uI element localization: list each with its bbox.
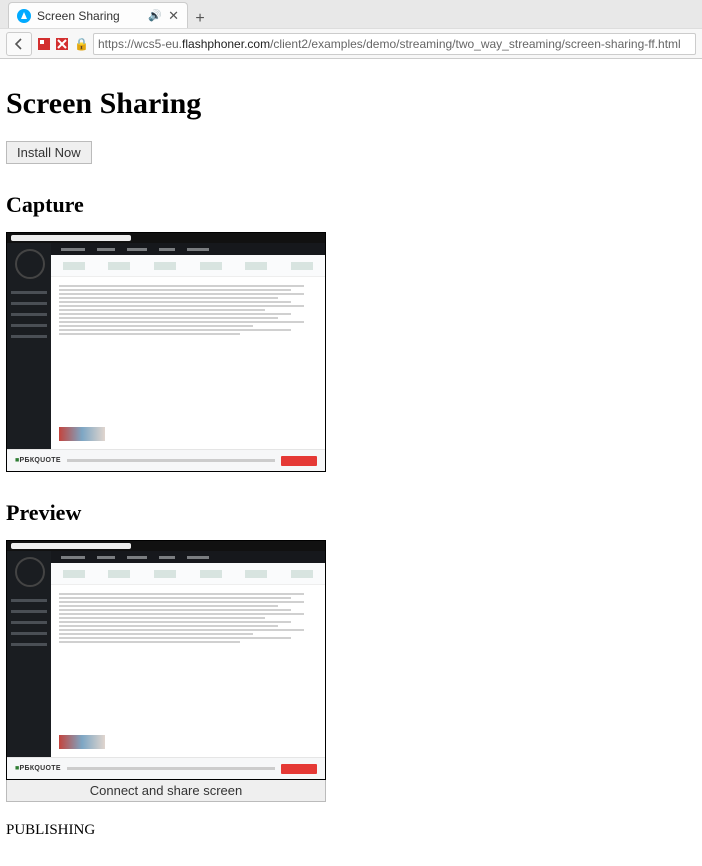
tab-close-icon[interactable]: ✕ xyxy=(168,8,179,24)
url-host: flashphoner.com xyxy=(182,37,270,51)
tab-strip: Screen Sharing 🔊 ✕ + xyxy=(0,0,702,28)
captured-screenshot: ■РБКQUOTE xyxy=(7,233,325,471)
url-proto: https:// xyxy=(98,37,134,51)
browser-chrome: Screen Sharing 🔊 ✕ + 🔒 https://wcs5-eu.f… xyxy=(0,0,702,59)
capture-video: ■РБКQUOTE xyxy=(6,232,326,472)
publish-status: PUBLISHING xyxy=(6,822,696,839)
url-bar[interactable]: https://wcs5-eu.flashphoner.com/client2/… xyxy=(93,33,696,55)
tab-favicon-icon xyxy=(17,9,31,23)
preview-heading: Preview xyxy=(6,500,696,526)
new-tab-button[interactable]: + xyxy=(188,10,212,28)
url-path: /client2/examples/demo/streaming/two_way… xyxy=(270,37,681,51)
install-now-button[interactable]: Install Now xyxy=(6,141,92,164)
url-pre-host: wcs5-eu. xyxy=(134,37,182,51)
extension-icon-2[interactable] xyxy=(54,36,70,52)
navbar: 🔒 https://wcs5-eu.flashphoner.com/client… xyxy=(0,28,702,58)
page-title: Screen Sharing xyxy=(6,87,696,121)
captured-footer-brand: ■РБКQUOTE xyxy=(15,457,61,464)
tab-title: Screen Sharing xyxy=(37,9,142,23)
connect-share-button[interactable]: Connect and share screen xyxy=(6,779,326,802)
arrow-left-icon xyxy=(12,37,26,51)
tab-sound-icon[interactable]: 🔊 xyxy=(148,9,162,22)
extension-icon-1[interactable] xyxy=(36,36,52,52)
page-content: Screen Sharing Install Now Capture ■РБКQ… xyxy=(0,59,702,859)
preview-footer-brand: ■РБКQUOTE xyxy=(15,765,61,772)
lock-icon[interactable]: 🔒 xyxy=(74,37,89,51)
preview-screenshot: ■РБКQUOTE xyxy=(7,541,325,779)
back-button[interactable] xyxy=(6,32,32,56)
browser-tab[interactable]: Screen Sharing 🔊 ✕ xyxy=(8,2,188,28)
preview-video: ■РБКQUOTE xyxy=(6,540,326,780)
extension-icons xyxy=(36,36,70,52)
capture-heading: Capture xyxy=(6,192,696,218)
